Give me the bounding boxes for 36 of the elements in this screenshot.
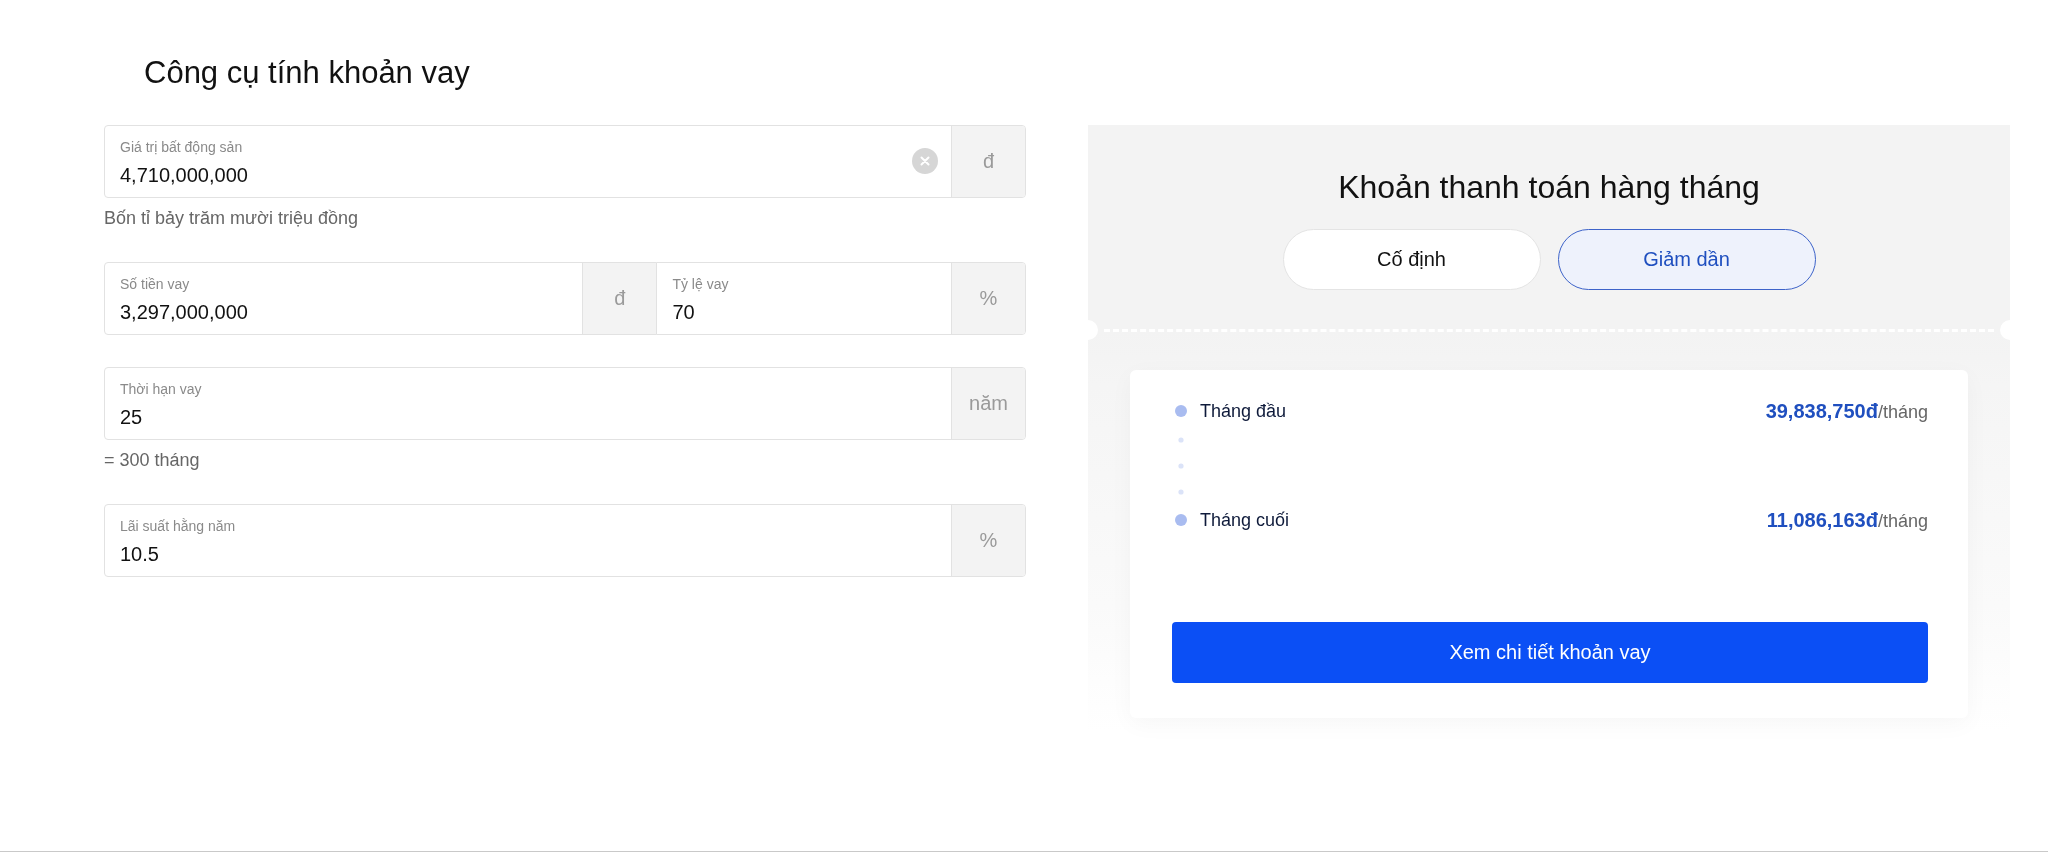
month-label: Tháng đầu — [1200, 400, 1287, 423]
amount-value: 39,838,750đ — [1765, 398, 1878, 424]
unit-label: đ — [951, 126, 1025, 197]
field-value: 25 — [120, 405, 143, 430]
loan-details-button[interactable]: Xem chi tiết khoản vay — [1172, 622, 1928, 683]
unit-label: % — [951, 505, 1025, 576]
mode-tab[interactable]: Giảm dần — [1557, 229, 1816, 290]
helper-text: Bốn tỉ bảy trăm mười triệu đồng — [104, 207, 358, 230]
page-title: Công cụ tính khoản vay — [144, 54, 470, 92]
field-value: 10.5 — [120, 542, 159, 567]
input-field[interactable]: Tỷ lệ vay 70 % — [656, 262, 1026, 335]
section-title: Khoản thanh toán hàng tháng — [1337, 168, 1761, 207]
bullet-dot-icon — [1175, 405, 1187, 417]
clear-icon[interactable] — [912, 147, 938, 174]
month-label: Tháng cuối — [1200, 509, 1290, 532]
unit-label: % — [951, 263, 1025, 334]
field-label: Số tiền vay — [120, 275, 190, 293]
field-value: 70 — [672, 300, 695, 325]
unit-label: đ — [582, 263, 657, 334]
input-field[interactable]: Thời hạn vay 25 năm — [104, 367, 1026, 440]
unit-label: năm — [951, 368, 1025, 439]
helper-text: = 300 tháng — [104, 449, 200, 472]
field-value: 4,710,000,000 — [120, 163, 248, 188]
input-field[interactable]: Số tiền vay 3,297,000,000 đ — [104, 262, 658, 335]
input-field[interactable]: Lãi suất hằng năm 10.5 % — [104, 504, 1026, 577]
field-label: Giá trị bất động sản — [120, 138, 243, 156]
field-value: 3,297,000,000 — [120, 300, 248, 325]
mode-tab[interactable]: Cố định — [1282, 229, 1541, 290]
field-label: Lãi suất hằng năm — [120, 517, 236, 535]
field-label: Tỷ lệ vay — [672, 275, 729, 293]
amount-unit: /tháng — [1877, 509, 1928, 533]
amount-value: 11,086,163đ — [1766, 507, 1878, 533]
amount-unit: /tháng — [1877, 400, 1928, 424]
input-field[interactable]: Giá trị bất động sản 4,710,000,000 đ — [104, 125, 1026, 198]
field-label: Thời hạn vay — [120, 380, 202, 398]
bullet-dot-icon — [1175, 514, 1187, 526]
